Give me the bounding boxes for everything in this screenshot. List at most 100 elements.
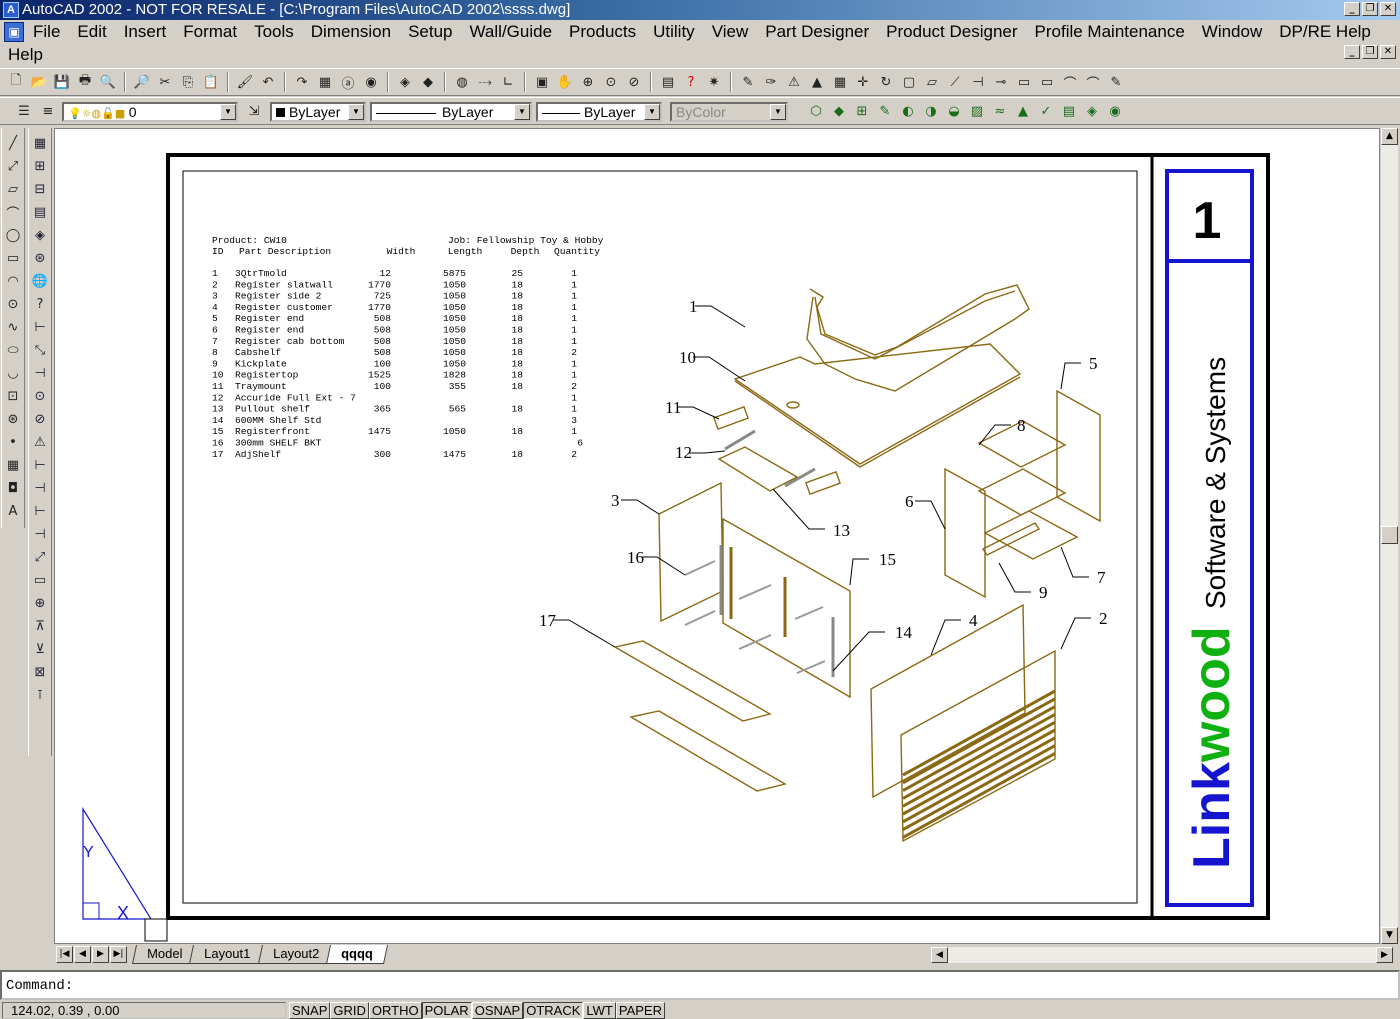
undo-icon[interactable]: ↶ xyxy=(258,72,278,92)
draw-tool-icon[interactable]: ◡ xyxy=(4,364,22,382)
dimension-tool-icon[interactable]: ▦ xyxy=(31,134,49,152)
line-icon[interactable]: ╱ xyxy=(4,134,22,152)
lineweight-dropdown[interactable]: ByLayer ▼ xyxy=(536,102,662,122)
next-tab-icon[interactable]: ▶ xyxy=(92,946,109,963)
matchprop-icon[interactable]: 🖌 xyxy=(235,72,255,92)
save-icon[interactable]: 💾 xyxy=(52,72,72,92)
construction-line-icon[interactable]: ⤢ xyxy=(4,157,22,175)
scroll-up-icon[interactable]: ▲ xyxy=(1381,128,1398,145)
redo-icon[interactable]: ↷ xyxy=(292,72,312,92)
linetype-dropdown[interactable]: ByLayer ▼ xyxy=(370,102,532,122)
modify-tool-icon[interactable]: ⊸ xyxy=(991,72,1011,92)
chevron-down-icon[interactable]: ▼ xyxy=(644,104,660,120)
dimension-tool-icon[interactable]: ⊢ xyxy=(31,318,49,336)
product-tool-icon[interactable]: ▨ xyxy=(967,101,987,121)
web-icon[interactable]: ◉ xyxy=(361,72,381,92)
menu-wall-guide[interactable]: Wall/Guide xyxy=(470,22,562,42)
publish-icon[interactable]: ◈ xyxy=(395,72,415,92)
dimension-tool-icon[interactable]: ⊺ xyxy=(31,686,49,704)
dimension-tool-icon[interactable]: ⊞ xyxy=(31,157,49,175)
draw-tool-icon[interactable]: ▦ xyxy=(4,456,22,474)
modify-tool-icon[interactable]: ▲ xyxy=(807,72,827,92)
design-center-icon[interactable]: ▦ xyxy=(315,72,335,92)
print-icon[interactable]: 🖶 xyxy=(75,72,95,92)
scroll-down-icon[interactable]: ▼ xyxy=(1381,927,1398,944)
dimension-tool-icon[interactable]: ⊢ xyxy=(31,502,49,520)
menu-view[interactable]: View xyxy=(712,22,758,42)
product-tool-icon[interactable]: ◐ xyxy=(898,101,918,121)
lwt-toggle[interactable]: LWT xyxy=(583,1002,616,1019)
dimension-tool-icon[interactable]: ? xyxy=(31,295,49,313)
tab-model[interactable]: Model xyxy=(131,945,198,964)
product-tool-icon[interactable]: ◒ xyxy=(944,101,964,121)
chevron-down-icon[interactable]: ▼ xyxy=(348,104,364,120)
draw-tool-icon[interactable]: ◠ xyxy=(4,272,22,290)
tab-layout2[interactable]: Layout2 xyxy=(257,945,334,964)
tab-qqqq[interactable]: qqqq xyxy=(325,945,388,964)
draw-tool-icon[interactable]: ⊡ xyxy=(4,387,22,405)
preview-icon[interactable]: 🔍 xyxy=(98,72,118,92)
arc-icon[interactable]: ⌒ xyxy=(4,203,22,222)
draw-tool-icon[interactable]: ∿ xyxy=(4,318,22,336)
dimension-tool-icon[interactable]: ▤ xyxy=(31,203,49,221)
dimension-tool-icon[interactable]: ⊕ xyxy=(31,594,49,612)
scroll-left-icon[interactable]: ◀ xyxy=(931,947,948,963)
dimension-tool-icon[interactable]: ⤢ xyxy=(31,548,49,566)
menu-format[interactable]: Format xyxy=(183,22,246,42)
osnap-toggle[interactable]: OSNAP xyxy=(471,1002,524,1019)
product-tool-icon[interactable]: ≈ xyxy=(990,101,1010,121)
scroll-thumb[interactable] xyxy=(1381,526,1398,544)
named-views-icon[interactable]: ▣ xyxy=(532,72,552,92)
dimension-tool-icon[interactable]: ⊣ xyxy=(31,364,49,382)
product-tool-icon[interactable]: ◉ xyxy=(1105,101,1125,121)
last-tab-icon[interactable]: ▶| xyxy=(110,946,127,963)
modify-tool-icon[interactable]: ▭ xyxy=(1037,72,1057,92)
dimension-tool-icon[interactable]: ⚠ xyxy=(31,433,49,451)
product-tool-icon[interactable]: ◑ xyxy=(921,101,941,121)
product-tool-icon[interactable]: ◆ xyxy=(829,101,849,121)
dimension-tool-icon[interactable]: ⊢ xyxy=(31,456,49,474)
menu-dimension[interactable]: Dimension xyxy=(311,22,400,42)
product-tool-icon[interactable]: ▲ xyxy=(1013,101,1033,121)
chevron-down-icon[interactable]: ▼ xyxy=(220,104,236,120)
make-current-icon[interactable]: ⇲ xyxy=(244,101,264,121)
menu-dp-re-help[interactable]: DP/RE Help xyxy=(1279,22,1380,42)
dimension-tool-icon[interactable]: ▭ xyxy=(31,571,49,589)
modify-tool-icon[interactable]: ⌒ xyxy=(1060,72,1080,92)
product-tool-icon[interactable]: ✎ xyxy=(875,101,895,121)
menu-utility[interactable]: Utility xyxy=(653,22,704,42)
ucs-icon[interactable]: ∟ xyxy=(498,72,518,92)
ortho-toggle[interactable]: ORTHO xyxy=(368,1002,422,1019)
product-tool-icon[interactable]: ▤ xyxy=(1059,101,1079,121)
paste-icon[interactable]: 📋 xyxy=(201,72,221,92)
dimension-tool-icon[interactable]: ⊻ xyxy=(31,640,49,658)
find-icon[interactable]: 🔎 xyxy=(132,72,152,92)
modify-tool-icon[interactable]: ▢ xyxy=(899,72,919,92)
polar-toggle[interactable]: POLAR xyxy=(421,1002,472,1019)
dimension-tool-icon[interactable]: ⊣ xyxy=(31,525,49,543)
document-icon[interactable]: ▣ xyxy=(4,22,24,42)
modify-tool-icon[interactable]: ✑ xyxy=(761,72,781,92)
menu-product-designer[interactable]: Product Designer xyxy=(886,22,1026,42)
menu-tools[interactable]: Tools xyxy=(254,22,303,42)
modify-tool-icon[interactable]: ⟋ xyxy=(945,72,965,92)
copy-icon[interactable]: ⎘ xyxy=(178,72,198,92)
paper-space-drawing[interactable]: 1 Linkwood Software & Systems Product: C… xyxy=(55,129,1380,944)
prev-tab-icon[interactable]: ◀ xyxy=(74,946,91,963)
modify-tool-icon[interactable]: ⊣ xyxy=(968,72,988,92)
product-tool-icon[interactable]: ⊞ xyxy=(852,101,872,121)
circle-icon[interactable]: ◯ xyxy=(4,226,22,244)
open-icon[interactable]: 📂 xyxy=(29,72,49,92)
draw-tool-icon[interactable]: ⊙ xyxy=(4,295,22,313)
close-button[interactable]: ✕ xyxy=(1380,2,1396,16)
product-tool-icon[interactable]: ⬡ xyxy=(806,101,826,121)
menu-window[interactable]: Window xyxy=(1202,22,1271,42)
draw-tool-icon[interactable]: ⊛ xyxy=(4,410,22,428)
cut-icon[interactable]: ✂ xyxy=(155,72,175,92)
command-line[interactable]: Command: xyxy=(0,970,1400,1000)
menu-file[interactable]: File xyxy=(33,22,69,42)
hyperlink-icon[interactable]: ⓐ xyxy=(338,72,358,92)
menu-edit[interactable]: Edit xyxy=(77,22,115,42)
today-icon[interactable]: ✷ xyxy=(704,72,724,92)
minimize-button[interactable]: _ xyxy=(1344,2,1360,16)
